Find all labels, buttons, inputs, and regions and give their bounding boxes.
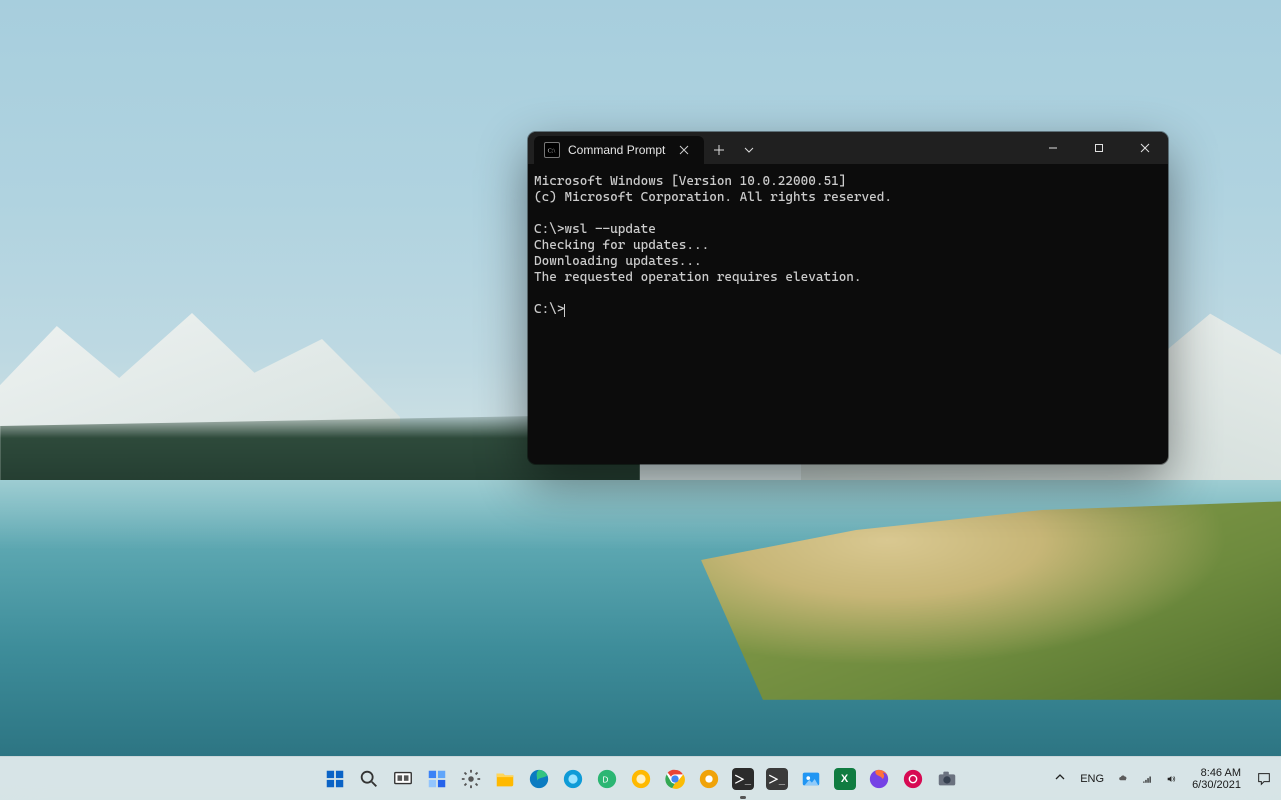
taskbar-clock[interactable]: 8:46 AM 6/30/2021 [1186,765,1247,793]
notifications-button[interactable] [1253,767,1275,791]
firefox-icon [868,768,890,790]
settings-icon [460,768,482,790]
terminal-cursor [564,304,565,317]
onedrive-icon[interactable] [1114,770,1132,788]
edge-canary-icon [630,768,652,790]
taskbar-app-widgets[interactable] [422,764,452,794]
taskbar-app-firefox[interactable] [864,764,894,794]
desktop[interactable]: C:\ Command Prompt [0,0,1281,800]
terminal-line: Downloading updates... [534,254,702,269]
svg-text:D: D [602,775,608,784]
minimize-button[interactable] [1030,132,1076,164]
taskbar-app-terminal-preview[interactable]: ＞_ [762,764,792,794]
volume-icon[interactable] [1162,770,1180,788]
network-icon[interactable] [1138,770,1156,788]
taskbar-app-start[interactable] [320,764,350,794]
taskbar-app-settings[interactable] [456,764,486,794]
taskbar-app-camera[interactable] [932,764,962,794]
terminal-tab-cmd[interactable]: C:\ Command Prompt [534,136,704,164]
debian-icon [902,768,924,790]
terminal-line: (c) Microsoft Corporation. All rights re… [534,190,892,205]
language-indicator[interactable]: ENG [1076,769,1108,789]
taskbar-app-task-view[interactable] [388,764,418,794]
taskbar-app-excel[interactable]: X [830,764,860,794]
terminal-line: The requested operation requires elevati… [534,270,862,285]
svg-text:C:\: C:\ [548,148,556,155]
search-icon [358,768,380,790]
start-icon [324,768,346,790]
terminal-preview-icon: ＞_ [766,768,788,790]
taskbar-app-chrome-canary[interactable] [694,764,724,794]
terminal-line: Checking for updates... [534,238,709,253]
taskbar-app-terminal[interactable]: ＞_ [728,764,758,794]
maximize-button[interactable] [1076,132,1122,164]
photos-icon [800,768,822,790]
terminal-window[interactable]: C:\ Command Prompt [528,132,1168,464]
widgets-icon [426,768,448,790]
terminal-output[interactable]: Microsoft Windows [Version 10.0.22000.51… [528,164,1168,328]
taskbar-app-file-explorer[interactable] [490,764,520,794]
terminal-tab-title: Command Prompt [568,143,666,157]
taskbar-app-debian[interactable] [898,764,928,794]
titlebar-drag-region[interactable] [764,132,1030,164]
task-view-icon [392,768,414,790]
edge-beta-icon [562,768,584,790]
close-window-button[interactable] [1122,132,1168,164]
chrome-icon [664,768,686,790]
edge-icon [528,768,550,790]
taskbar-app-edge[interactable] [524,764,554,794]
taskbar-app-edge-beta[interactable] [558,764,588,794]
terminal-icon: ＞_ [732,768,754,790]
file-explorer-icon [494,768,516,790]
new-tab-button[interactable] [704,136,734,164]
command-prompt-icon: C:\ [544,142,560,158]
taskbar-app-search[interactable] [354,764,384,794]
taskbar-app-region: D ＞_ ＞_ X [320,757,962,800]
camera-icon [936,768,958,790]
taskbar-app-photos[interactable] [796,764,826,794]
excel-icon: X [834,768,856,790]
taskbar[interactable]: D ＞_ ＞_ X ENG 8:46 AM 6/30/2021 [0,756,1281,800]
terminal-titlebar[interactable]: C:\ Command Prompt [528,132,1168,164]
tray-overflow-button[interactable] [1050,767,1070,790]
taskbar-app-edge-canary[interactable] [626,764,656,794]
clock-date: 6/30/2021 [1192,779,1241,791]
clock-time: 8:46 AM [1192,767,1241,779]
edge-dev-icon: D [596,768,618,790]
taskbar-app-edge-dev[interactable]: D [592,764,622,794]
system-tray: ENG 8:46 AM 6/30/2021 [1050,757,1275,800]
tab-dropdown-button[interactable] [734,136,764,164]
chrome-canary-icon [698,768,720,790]
terminal-line: Microsoft Windows [Version 10.0.22000.51… [534,174,846,189]
taskbar-app-chrome[interactable] [660,764,690,794]
terminal-line: C:\>wsl --update [534,222,656,237]
close-tab-button[interactable] [674,140,694,160]
terminal-prompt: C:\> [534,302,564,317]
